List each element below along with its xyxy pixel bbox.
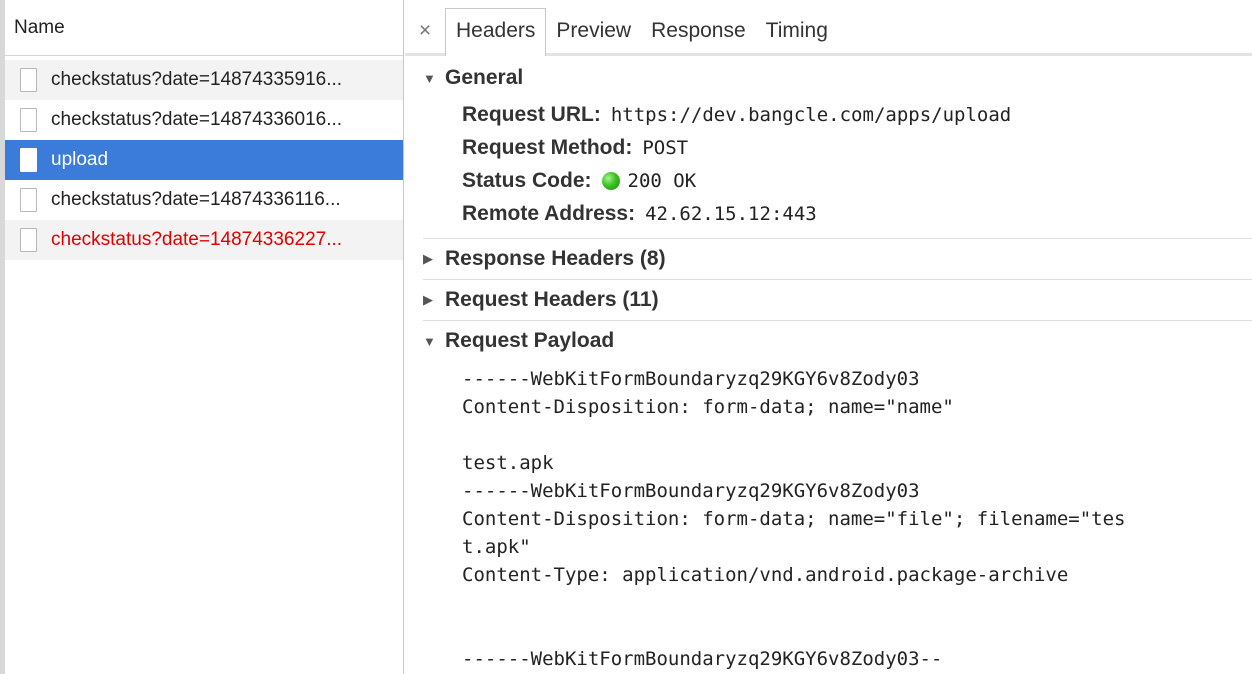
expanded-triangle-icon: ▼ xyxy=(423,333,436,349)
file-icon xyxy=(20,228,37,252)
request-name: checkstatus?date=14874336116... xyxy=(51,189,341,210)
request-row-4[interactable]: checkstatus?date=14874336227... xyxy=(5,220,403,260)
status-ok-icon xyxy=(601,171,620,190)
response-headers-section: ▶ Response Headers (8) xyxy=(405,239,1252,279)
request-row-upload[interactable]: upload xyxy=(5,140,403,180)
request-row-0[interactable]: checkstatus?date=14874335916... xyxy=(5,60,403,100)
close-icon[interactable]: × xyxy=(411,9,439,53)
request-method-row: Request Method: POST xyxy=(462,131,1252,164)
request-url-row: Request URL: https://dev.bangcle.com/app… xyxy=(462,98,1252,131)
status-code-value: 200 OK xyxy=(627,169,697,192)
general-section: ▼ General Request URL: https://dev.bangc… xyxy=(405,56,1252,238)
request-row-3[interactable]: checkstatus?date=14874336116... xyxy=(5,180,403,220)
status-code-row: Status Code: 200 OK xyxy=(462,164,1252,197)
request-name: checkstatus?date=14874335916... xyxy=(51,69,343,90)
request-name: checkstatus?date=14874336016... xyxy=(51,109,343,130)
file-icon xyxy=(20,68,37,92)
request-method-key: Request Method: xyxy=(462,135,633,159)
expanded-triangle-icon: ▼ xyxy=(423,70,436,86)
request-method-value: POST xyxy=(642,136,689,159)
name-column-label: Name xyxy=(14,16,65,38)
status-code-key: Status Code: xyxy=(462,168,592,192)
remote-address-value: 42.62.15.12:443 xyxy=(645,202,817,225)
request-name: checkstatus?date=14874336227... xyxy=(51,229,343,250)
file-icon xyxy=(20,188,37,212)
collapsed-triangle-icon: ▶ xyxy=(423,251,433,266)
request-headers-title: Request Headers (11) xyxy=(445,288,659,311)
general-section-header[interactable]: ▼ General xyxy=(423,58,1252,98)
request-row-1[interactable]: checkstatus?date=14874336016... xyxy=(5,100,403,140)
request-payload-body: ------WebKitFormBoundaryzq29KGY6v8Zody03… xyxy=(462,368,1126,670)
request-list-pane: Name checkstatus?date=14874335916... che… xyxy=(0,0,404,674)
request-payload-section: ▼ Request Payload xyxy=(405,321,1252,361)
details-tab-bar: × Headers Preview Response Timing xyxy=(405,0,1252,56)
request-payload-title: Request Payload xyxy=(445,329,615,352)
request-url-value: https://dev.bangcle.com/apps/upload xyxy=(610,103,1012,126)
response-headers-title: Response Headers (8) xyxy=(445,247,666,270)
request-name: upload xyxy=(51,149,109,170)
request-list: checkstatus?date=14874335916... checksta… xyxy=(5,56,403,260)
remote-address-row: Remote Address: 42.62.15.12:443 xyxy=(462,197,1252,230)
remote-address-key: Remote Address: xyxy=(462,201,636,225)
request-headers-header[interactable]: ▶ Request Headers (11) xyxy=(423,280,1252,320)
general-fields: Request URL: https://dev.bangcle.com/app… xyxy=(423,98,1252,238)
request-url-key: Request URL: xyxy=(462,102,601,126)
name-column-header[interactable]: Name xyxy=(5,0,403,56)
tab-headers[interactable]: Headers xyxy=(445,8,547,56)
request-headers-section: ▶ Request Headers (11) xyxy=(405,280,1252,320)
file-icon xyxy=(20,148,37,172)
file-icon xyxy=(20,108,37,132)
tab-timing[interactable]: Timing xyxy=(756,9,838,53)
request-payload-header[interactable]: ▼ Request Payload xyxy=(423,321,1252,361)
request-details-pane: × Headers Preview Response Timing ▼ Gene… xyxy=(405,0,1252,674)
tab-response[interactable]: Response xyxy=(641,9,756,53)
collapsed-triangle-icon: ▶ xyxy=(423,292,433,307)
tab-preview[interactable]: Preview xyxy=(546,9,641,53)
general-title: General xyxy=(445,66,524,89)
response-headers-header[interactable]: ▶ Response Headers (8) xyxy=(423,239,1252,279)
